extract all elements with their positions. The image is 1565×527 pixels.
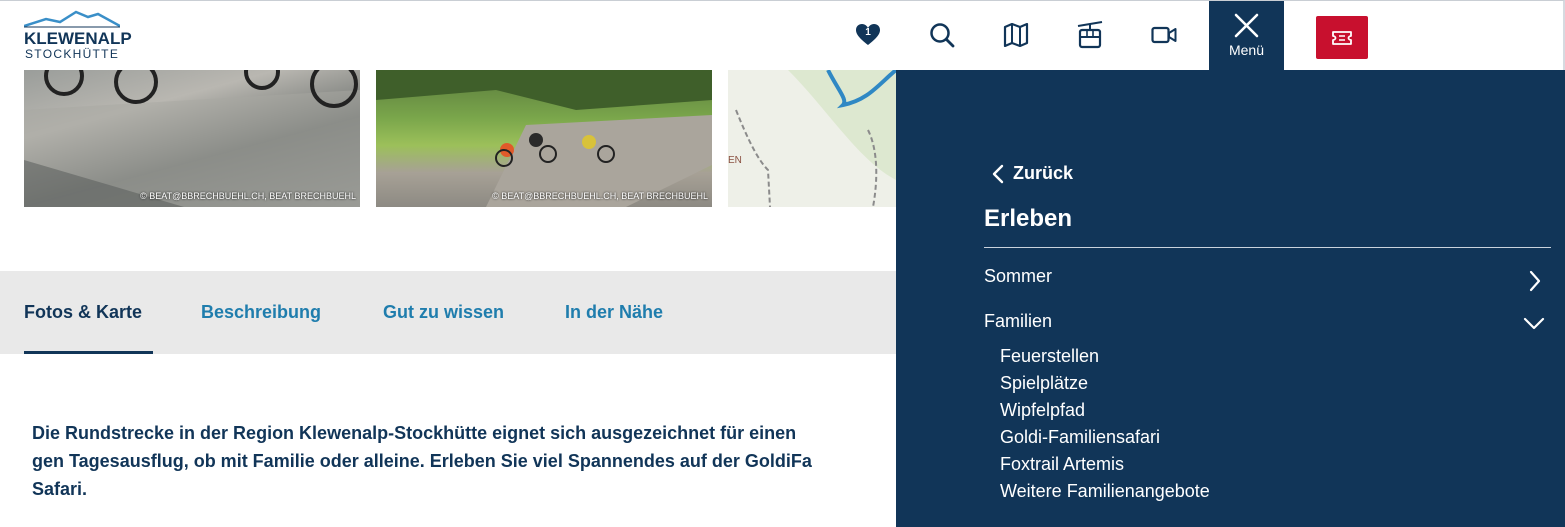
ticket-button[interactable] [1316,16,1368,59]
menu-close-button[interactable]: Menü [1209,1,1284,71]
tab-beschreibung[interactable]: Beschreibung [201,302,321,323]
photo-credit-2: © BEAT@BBRECHBUEHL.CH, BEAT BRECHBUEHL [492,191,708,201]
map-icon [1003,23,1029,47]
menu-item-label: Sommer [984,266,1053,286]
chevron-down-icon [1523,317,1545,330]
submenu-item-goldi-familiensafari[interactable]: Goldi-Familiensafari [1000,427,1160,448]
map-button[interactable] [996,15,1036,55]
gallery-photo-1[interactable]: © BEAT@BBRECHBUEHL.CH, BEAT BRECHBUEHL [24,70,360,207]
navigation-menu-panel: Zurück Erleben Sommer Familien Feuerstel… [896,70,1565,527]
favorites-count: 1 [865,27,871,38]
site-header: KLEWENALP STOCKHÜTTE 1 Menü [0,0,1565,71]
photo-credit-1: © BEAT@BBRECHBUEHL.CH, BEAT BRECHBUEHL [140,191,356,201]
menu-divider [984,247,1551,248]
submenu-item-feuerstellen[interactable]: Feuerstellen [1000,346,1099,367]
logo-name: KLEWENALP [24,29,132,48]
gallery-photo-2[interactable]: © BEAT@BBRECHBUEHL.CH, BEAT BRECHBUEHL [376,70,712,207]
webcam-button[interactable] [1144,15,1184,55]
logo-subtitle: STOCKHÜTTE [25,47,120,61]
detail-tabs: Fotos & Karte Beschreibung Gut zu wissen… [0,271,896,354]
submenu-item-spielplaetze[interactable]: Spielplätze [1000,373,1088,394]
chevron-right-icon [1529,270,1541,292]
tab-gut-zu-wissen[interactable]: Gut zu wissen [383,302,504,323]
intro-text: Die Rundstrecke in der Region Klewenalp-… [32,419,902,503]
submenu-item-wipfelpfad[interactable]: Wipfelpfad [1000,400,1085,421]
tab-fotos-karte[interactable]: Fotos & Karte [24,302,142,323]
active-tab-indicator [24,351,153,354]
search-icon [930,23,955,48]
site-logo[interactable]: KLEWENALP STOCKHÜTTE [24,10,132,61]
back-label: Zurück [1013,163,1074,183]
route-map-image: EN [728,70,896,207]
close-icon [1234,13,1259,38]
menu-item-familien[interactable]: Familien [984,311,1551,341]
back-button[interactable]: Zurück [992,163,1073,184]
search-button[interactable] [922,15,962,55]
chevron-left-icon [992,164,1004,183]
route-map-preview[interactable]: EN [728,70,896,207]
map-label: EN [728,155,742,166]
mountain-logo-icon [24,10,120,28]
submenu-item-foxtrail-artemis[interactable]: Foxtrail Artemis [1000,454,1124,475]
video-icon [1151,26,1177,44]
bike-wheels-image [24,70,360,207]
tab-in-der-naehe[interactable]: In der Nähe [565,302,663,323]
menu-label: Menü [1228,42,1265,58]
menu-item-label: Familien [984,311,1053,331]
menu-item-sommer[interactable]: Sommer [984,266,1551,296]
cable-car-button[interactable] [1070,15,1110,55]
ticket-icon [1332,30,1352,45]
intro-line: Safari. [32,479,88,499]
intro-line: gen Tagesausflug, ob mit Familie oder al… [32,451,812,471]
intro-line: Die Rundstrecke in der Region Klewenalp-… [32,423,797,443]
menu-title: Erleben [984,205,1073,232]
favorites-button[interactable]: 1 [848,15,888,55]
submenu-item-weitere-familienangebote[interactable]: Weitere Familienangebote [1000,481,1210,502]
mountain-bikers-image [376,70,712,207]
cable-car-icon [1077,21,1103,49]
